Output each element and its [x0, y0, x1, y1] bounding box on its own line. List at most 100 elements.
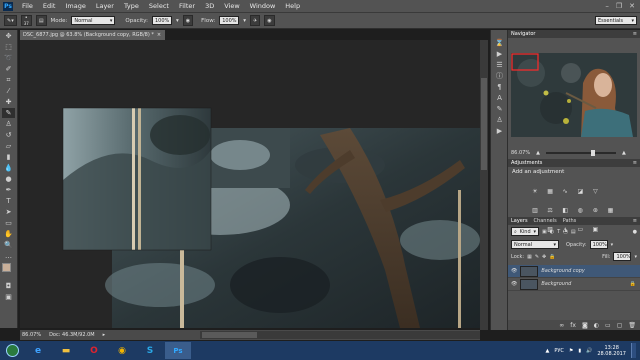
hue-saturation-icon[interactable]: ▥: [531, 207, 539, 214]
marquee-tool-icon[interactable]: ⬚: [2, 42, 15, 52]
quick-select-tool-icon[interactable]: ✐: [2, 64, 15, 74]
panel-menu-icon[interactable]: ≡: [633, 160, 640, 166]
layer-row-background-copy[interactable]: 👁 Background copy: [508, 265, 640, 278]
exposure-icon[interactable]: ◪: [576, 188, 584, 195]
layer-kind-select[interactable]: ⌕ Kind ▾: [511, 227, 539, 236]
zoom-tool-icon[interactable]: 🔍: [2, 240, 15, 250]
blur-tool-icon[interactable]: 💧: [2, 163, 15, 173]
document-tab[interactable]: DSC_6877.jpg @ 63.8% (Background copy, R…: [20, 30, 165, 40]
vibrance-icon[interactable]: ▽: [591, 188, 599, 195]
zoom-slider-knob[interactable]: [590, 149, 595, 156]
menu-file[interactable]: File: [17, 2, 38, 10]
flow-dropdown-icon[interactable]: ▾: [243, 18, 246, 24]
close-button[interactable]: ✕: [629, 2, 635, 10]
brightness-contrast-icon[interactable]: ☀: [531, 188, 539, 195]
taskbar-chrome-icon[interactable]: ◉: [109, 342, 135, 359]
brush-panel-toggle[interactable]: ▤: [35, 15, 47, 26]
status-menu-icon[interactable]: ▸: [103, 332, 106, 338]
opacity-field[interactable]: 100%: [152, 16, 172, 25]
actions-panel-icon[interactable]: ▶: [493, 49, 506, 59]
new-adjustment-icon[interactable]: ◐: [594, 322, 599, 329]
eraser-tool-icon[interactable]: ▱: [2, 141, 15, 151]
taskbar-skype-icon[interactable]: S: [137, 342, 163, 359]
character-panel-icon[interactable]: A: [493, 93, 506, 103]
panel-menu-icon[interactable]: ≡: [633, 31, 640, 37]
taskbar-explorer-icon[interactable]: ▬: [53, 342, 79, 359]
lock-position-icon[interactable]: ✥: [542, 254, 546, 260]
clone-stamp-tool-icon[interactable]: ♙: [2, 119, 15, 129]
add-mask-icon[interactable]: ◙: [582, 322, 588, 329]
lock-all-icon[interactable]: 🔒: [549, 254, 555, 260]
healing-brush-tool-icon[interactable]: ✚: [2, 97, 15, 107]
paragraph-panel-icon[interactable]: ¶: [493, 82, 506, 92]
mode-select[interactable]: Normal ▾: [71, 16, 116, 25]
curves-icon[interactable]: ∿: [561, 188, 569, 195]
filter-toggle-icon[interactable]: ●: [633, 229, 637, 235]
vertical-scrollbar[interactable]: [480, 40, 488, 330]
fill-dropdown-icon[interactable]: ▾: [634, 254, 637, 260]
pen-tool-icon[interactable]: ✒: [2, 185, 15, 195]
taskbar-opera-icon[interactable]: O: [81, 342, 107, 359]
timeline-panel-icon[interactable]: ▶: [493, 126, 506, 136]
path-selection-tool-icon[interactable]: ➤: [2, 207, 15, 217]
filter-pixel-icon[interactable]: ▣: [542, 229, 547, 235]
hand-tool-icon[interactable]: ✋: [2, 229, 15, 239]
flow-field[interactable]: 100%: [219, 16, 240, 25]
tab-layers[interactable]: Layers: [511, 218, 528, 224]
menu-select[interactable]: Select: [144, 2, 174, 10]
clone-source-icon[interactable]: ♙: [493, 115, 506, 125]
tool-preset-picker[interactable]: ✎ ▾: [4, 15, 17, 26]
brush-tool-icon[interactable]: ✎: [2, 108, 15, 118]
menu-image[interactable]: Image: [60, 2, 90, 10]
tab-navigator[interactable]: Navigator: [511, 31, 535, 37]
brush-size-picker[interactable]: • 37: [20, 15, 32, 26]
zoom-level[interactable]: 86.07%: [22, 332, 41, 338]
filter-type-icon[interactable]: T: [557, 229, 560, 235]
maximize-button[interactable]: ❐: [616, 2, 622, 10]
menu-type[interactable]: Type: [119, 2, 144, 10]
tray-expand-icon[interactable]: ▲: [545, 348, 549, 354]
levels-icon[interactable]: ▦: [546, 188, 554, 195]
start-button[interactable]: [0, 341, 24, 360]
new-group-icon[interactable]: ▭: [605, 322, 611, 329]
vertical-scroll-thumb[interactable]: [481, 78, 487, 170]
pressure-size-toggle[interactable]: ◉: [264, 15, 275, 26]
airbrush-toggle[interactable]: ✈: [250, 15, 261, 26]
photo-filter-icon[interactable]: ◍: [576, 207, 584, 214]
black-white-icon[interactable]: ◧: [561, 207, 569, 214]
filter-smart-icon[interactable]: ▤: [571, 229, 576, 235]
filter-shape-icon[interactable]: ▢: [563, 229, 568, 235]
volume-icon[interactable]: 🔊: [586, 348, 592, 354]
history-panel-icon[interactable]: ⌛: [493, 38, 506, 48]
color-swatches[interactable]: [2, 263, 16, 279]
horizontal-scroll-thumb[interactable]: [202, 332, 257, 338]
dodge-tool-icon[interactable]: ●: [2, 174, 15, 184]
quick-mask-icon[interactable]: ◘: [2, 281, 15, 291]
doc-size[interactable]: Doc: 46.3M/92.0M: [49, 332, 95, 338]
menu-filter[interactable]: Filter: [174, 2, 200, 10]
lock-transparent-icon[interactable]: ▦: [527, 254, 532, 260]
menu-help[interactable]: Help: [280, 2, 305, 10]
filter-adjustment-icon[interactable]: ◐: [550, 229, 554, 235]
zoom-in-icon[interactable]: ▲: [622, 150, 626, 156]
flag-icon[interactable]: ⚑: [569, 348, 573, 354]
history-brush-tool-icon[interactable]: ↺: [2, 130, 15, 140]
layer-opacity-field[interactable]: 100%: [589, 240, 608, 249]
navigator-zoom-value[interactable]: 86.07%: [511, 150, 530, 156]
channel-mixer-icon[interactable]: ⊛: [591, 207, 599, 214]
document-canvas[interactable]: [20, 40, 480, 328]
menu-window[interactable]: Window: [245, 2, 281, 10]
layer-row-background[interactable]: 👁 Background 🔒: [508, 278, 640, 291]
menu-edit[interactable]: Edit: [38, 2, 61, 10]
minimize-button[interactable]: –: [605, 2, 609, 10]
shape-tool-icon[interactable]: ▭: [2, 218, 15, 228]
tab-paths[interactable]: Paths: [563, 218, 577, 224]
info-panel-icon[interactable]: ⓘ: [493, 71, 506, 81]
menu-view[interactable]: View: [219, 2, 244, 10]
tab-adjustments[interactable]: Adjustments: [511, 160, 542, 166]
opacity-dropdown-icon[interactable]: ▾: [611, 242, 614, 248]
eye-icon[interactable]: 👁: [511, 281, 517, 287]
lock-paint-icon[interactable]: ✎: [535, 254, 539, 260]
type-tool-icon[interactable]: T: [2, 196, 15, 206]
layer-style-icon[interactable]: fx: [570, 322, 576, 329]
